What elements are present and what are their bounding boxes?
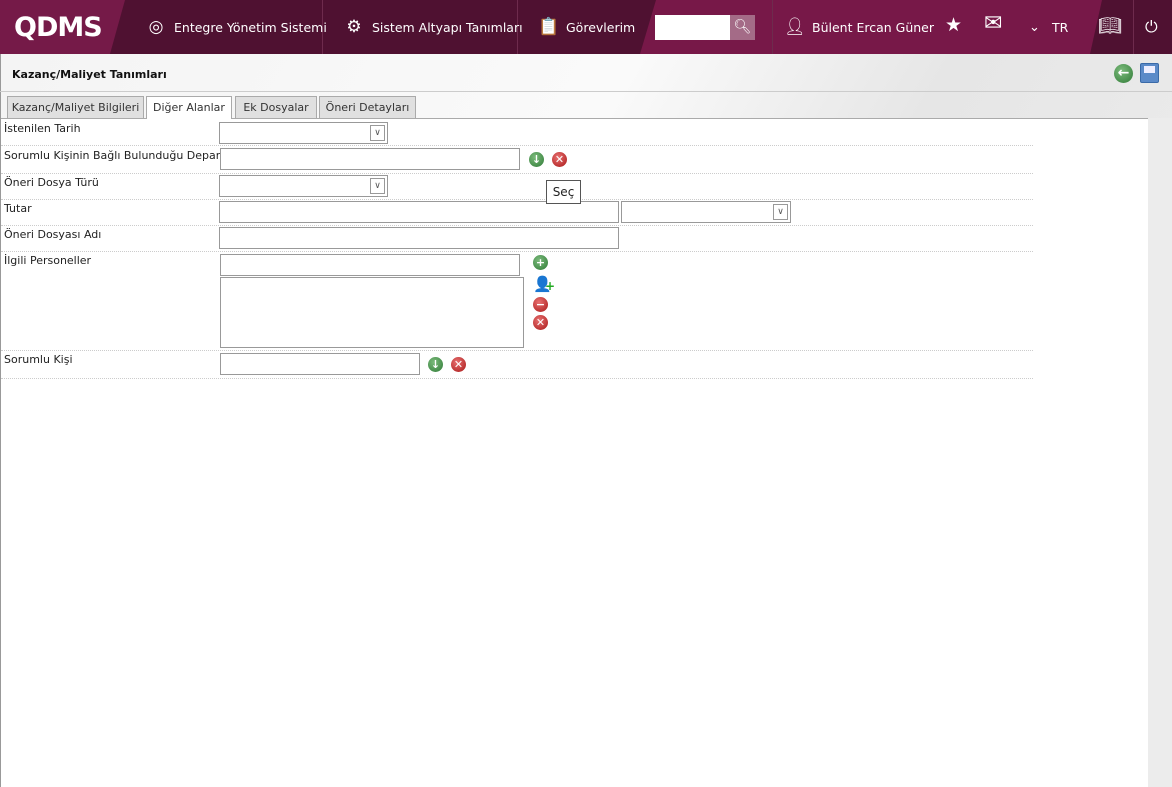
departman-input[interactable] xyxy=(220,148,520,170)
power-icon[interactable]: ⏻ xyxy=(1145,17,1158,37)
dosya-turu-select[interactable]: ∨ xyxy=(219,175,388,197)
personel-listbox[interactable] xyxy=(220,277,524,348)
nav-label: Entegre Yönetim Sistemi xyxy=(174,19,327,35)
mail-icon[interactable]: ✉ xyxy=(984,11,1002,36)
label-tutar: Tutar xyxy=(4,202,32,215)
select-down-arrow-icon[interactable]: ↓ xyxy=(529,152,544,167)
clear-x-icon[interactable]: ✕ xyxy=(451,357,466,372)
add-plus-icon[interactable]: + xyxy=(533,255,548,270)
back-button[interactable]: ← xyxy=(1114,64,1133,83)
nav-gorevlerim[interactable]: 📋 Görevlerim xyxy=(538,17,635,37)
language-selector[interactable]: TR xyxy=(1052,20,1068,35)
clear-x-icon[interactable]: ✕ xyxy=(533,315,548,330)
top-navbar: QDMS ◎ Entegre Yönetim Sistemi ⚙ Sistem Al… xyxy=(0,0,1172,54)
currency-select[interactable]: ∨ xyxy=(621,201,791,223)
remove-minus-icon[interactable]: − xyxy=(533,297,548,312)
qdms-logo[interactable]: QDMS xyxy=(0,0,125,54)
nav-label: Görevlerim xyxy=(566,19,636,35)
add-user-icon[interactable]: 👤 + xyxy=(533,275,555,294)
tab-oneri-detaylari[interactable]: Öneri Detayları xyxy=(319,96,416,119)
floppy-disk-icon xyxy=(1144,66,1155,73)
tab-ek-dosyalar[interactable]: Ek Dosyalar xyxy=(235,96,317,119)
search-icon: 🔍︎ xyxy=(733,19,752,35)
dosya-adi-input[interactable] xyxy=(219,227,619,249)
tab-kazanc-maliyet-bilgileri[interactable]: Kazanç/Maliyet Bilgileri xyxy=(7,96,144,119)
page-title: Kazanç/Maliyet Tanımları xyxy=(12,68,167,81)
label-dosya-turu: Öneri Dosya Türü xyxy=(4,176,99,189)
scrollbar[interactable] xyxy=(1148,118,1172,787)
row-dosya-turu xyxy=(1,174,1033,200)
arrow-left-icon: ← xyxy=(1117,65,1130,81)
label-istenilen-tarih: İstenilen Tarih xyxy=(4,122,81,135)
nav-label: Sistem Altyapı Tanımları xyxy=(372,19,523,35)
chevron-down-icon[interactable]: ⌄ xyxy=(1029,20,1040,35)
qdms-q-icon: ◎ xyxy=(148,17,164,37)
row-istenilen-tarih xyxy=(1,119,1033,146)
clipboard-icon: 📋 xyxy=(538,17,560,37)
user-menu[interactable]: 👤︎ Bülent Ercan Güner xyxy=(784,17,934,37)
tutar-input[interactable] xyxy=(219,201,619,223)
row-sorumlu-kisi xyxy=(1,351,1033,379)
istenilen-tarih-select[interactable]: ∨ xyxy=(219,122,388,144)
gear-icon: ⚙ xyxy=(346,17,362,37)
search-input[interactable] xyxy=(655,15,730,40)
label-dosya-adi: Öneri Dosyası Adı xyxy=(4,228,102,241)
tab-diger-alanlar[interactable]: Diğer Alanlar xyxy=(146,96,232,119)
nav-entegre[interactable]: ◎ Entegre Yönetim Sistemi xyxy=(146,17,327,37)
book-help-icon[interactable]: 📖︎ xyxy=(1098,14,1122,37)
personel-input[interactable] xyxy=(220,254,520,276)
user-name: Bülent Ercan Güner xyxy=(812,19,935,35)
select-down-arrow-icon[interactable]: ↓ xyxy=(428,357,443,372)
nav-sistem-altyapi[interactable]: ⚙ Sistem Altyapı Tanımları xyxy=(344,17,523,37)
label-sorumlu-kisi: Sorumlu Kişi xyxy=(4,353,73,366)
chevron-down-icon: ∨ xyxy=(773,204,788,220)
sorumlu-kisi-input[interactable] xyxy=(220,353,420,375)
clear-x-icon[interactable]: ✕ xyxy=(552,152,567,167)
label-ilgili-personeller: İlgili Personeller xyxy=(4,254,92,267)
save-button[interactable] xyxy=(1140,63,1159,83)
star-icon[interactable]: ★ xyxy=(945,14,962,36)
label-departman: Sorumlu Kişinin Bağlı Bulunduğu Departma… xyxy=(4,149,250,162)
search-button[interactable]: 🔍︎ xyxy=(730,15,755,40)
tooltip: Seç xyxy=(546,180,581,204)
chevron-down-icon: ∨ xyxy=(370,125,385,141)
user-icon: 👤︎ xyxy=(784,17,806,37)
chevron-down-icon: ∨ xyxy=(370,178,385,194)
